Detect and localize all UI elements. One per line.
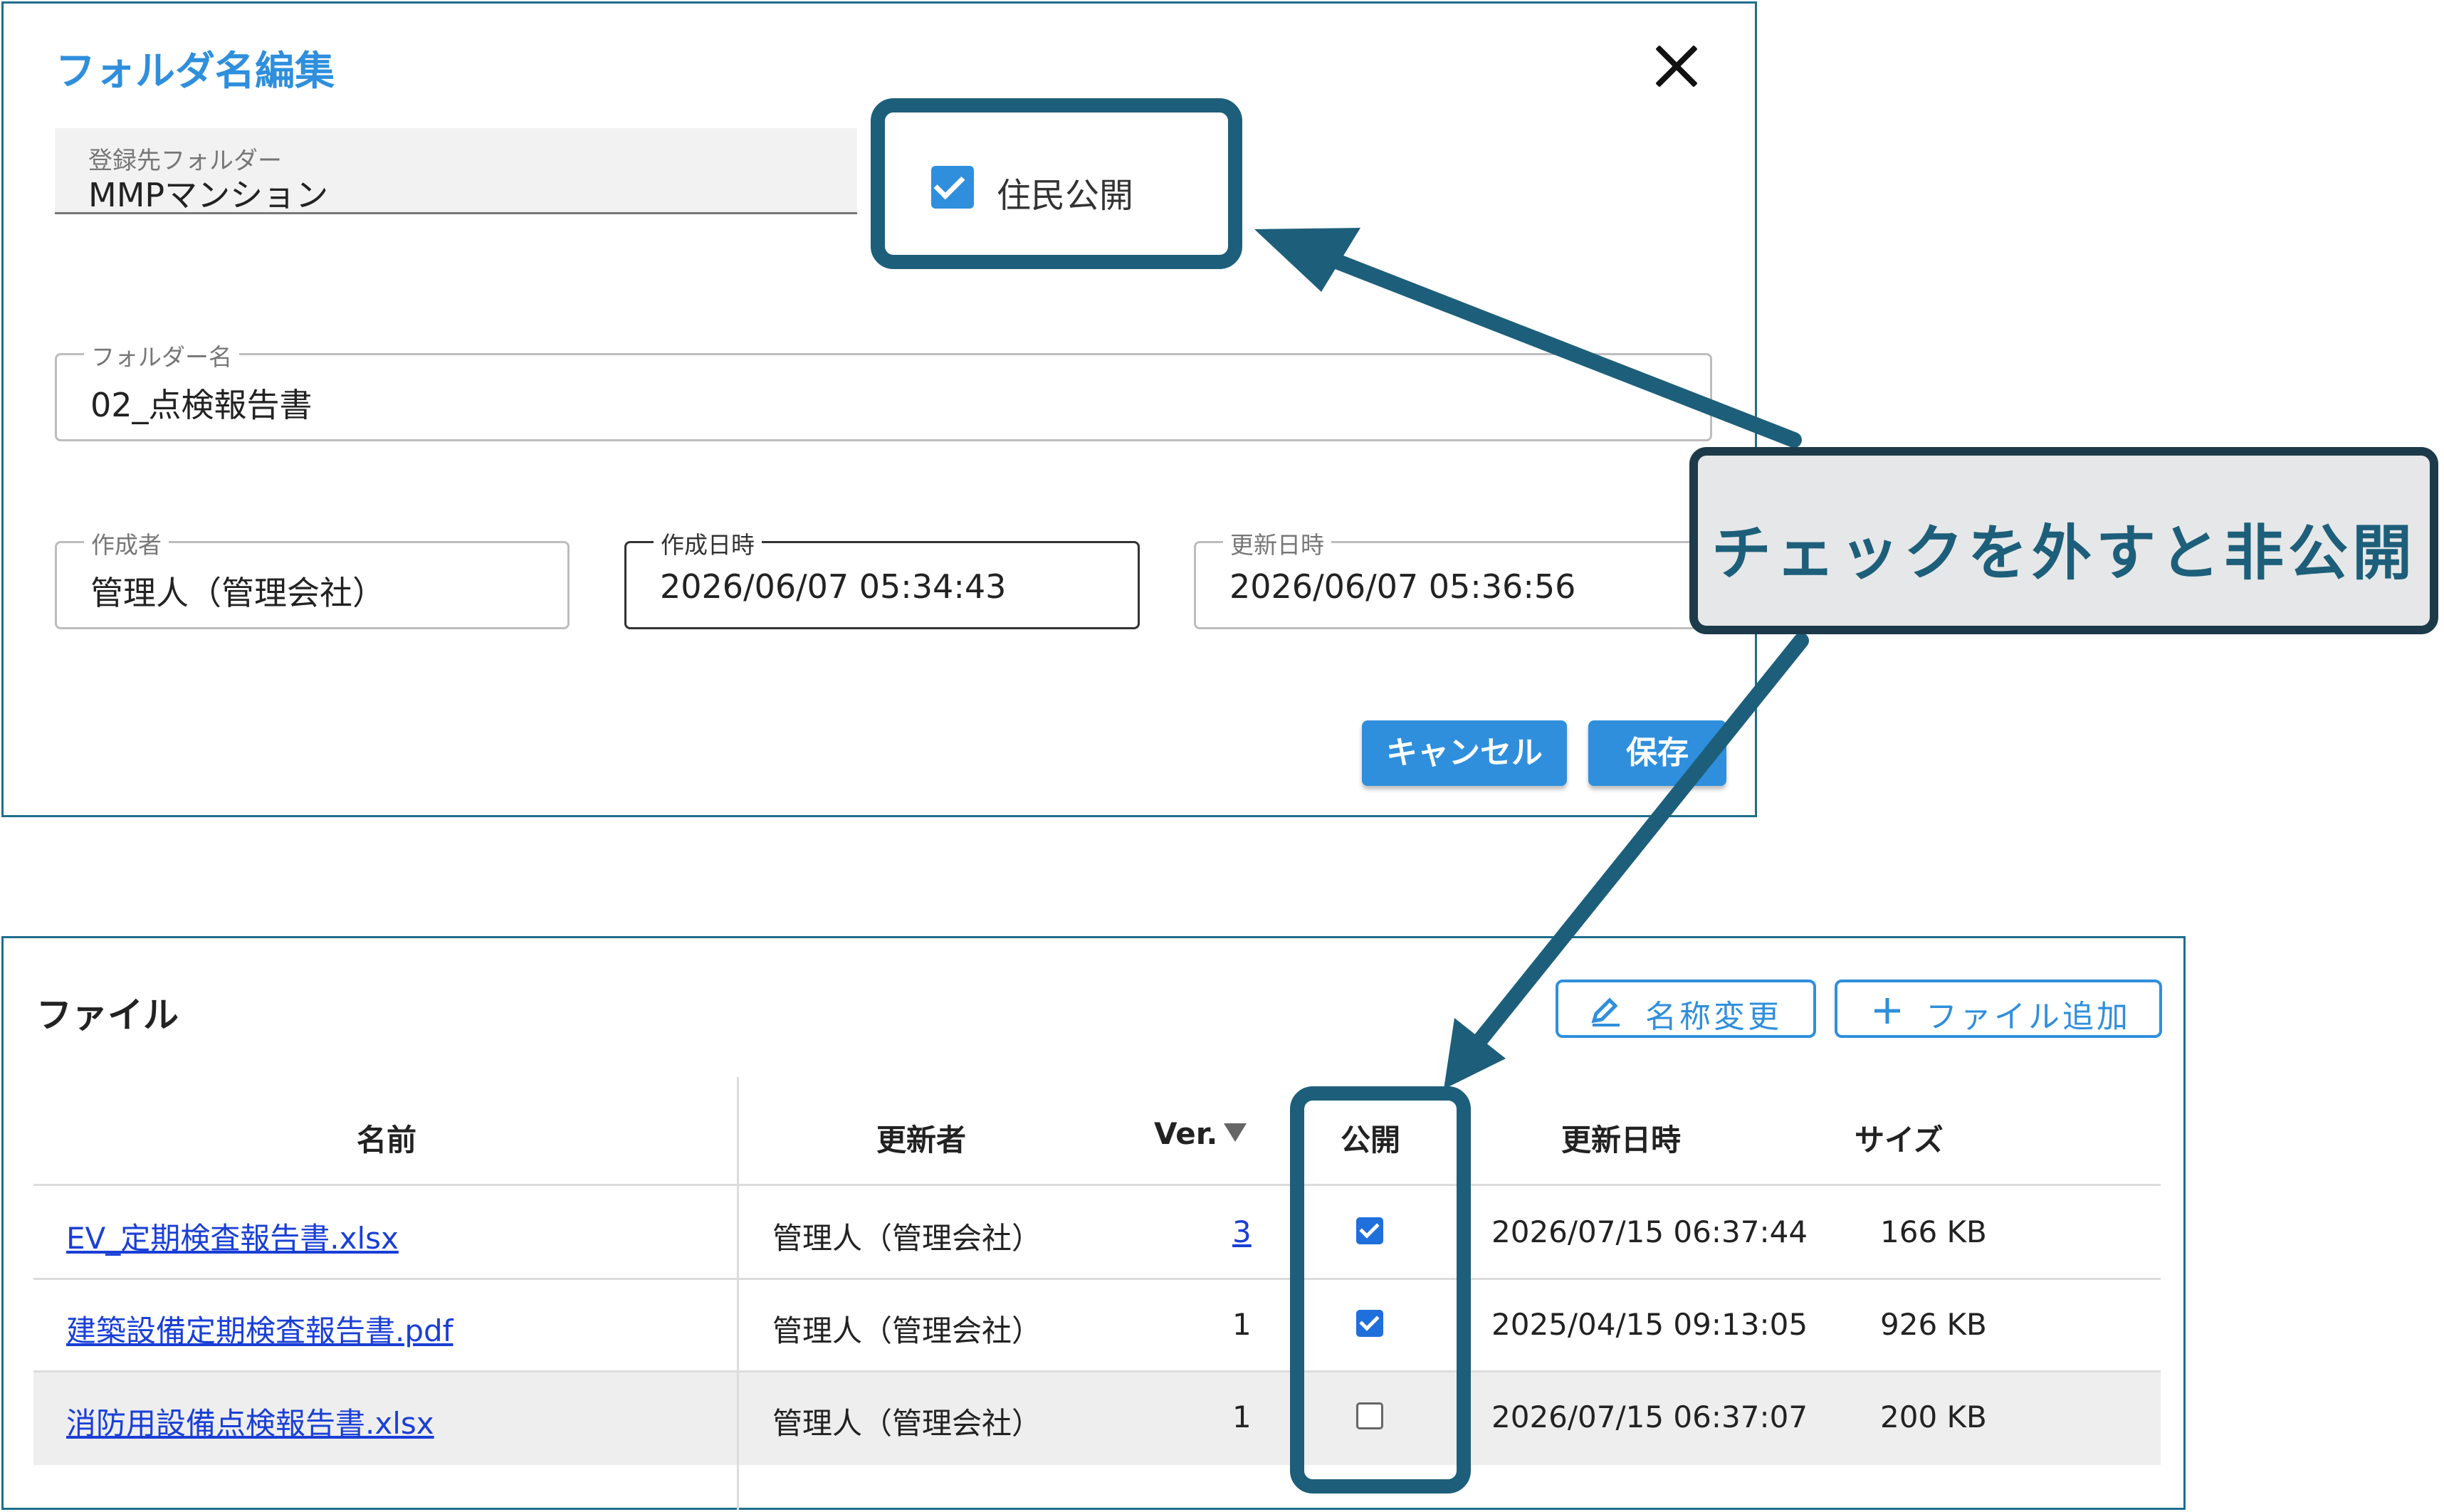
annotation-callout: チェックを外すと非公開 bbox=[1689, 447, 2438, 634]
annotation-arrows bbox=[1254, 228, 1809, 1089]
callout-text: チェックを外すと非公開 bbox=[1711, 518, 2416, 588]
